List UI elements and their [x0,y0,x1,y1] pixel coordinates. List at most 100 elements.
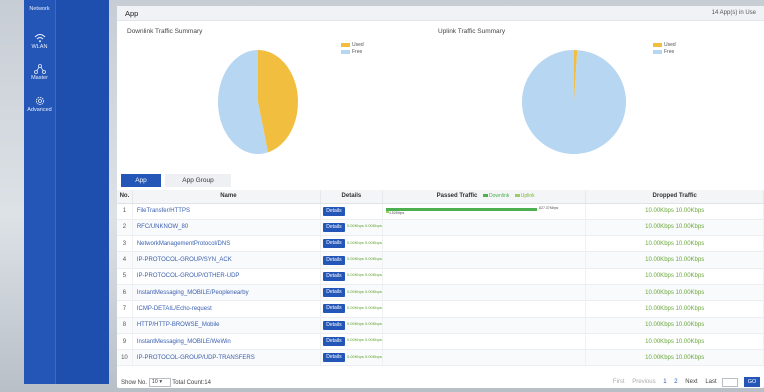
downlink-pie-chart [218,50,299,154]
sidebar-item-advanced[interactable]: Advanced [24,96,55,113]
total-count: Total Count:14 [172,380,211,387]
passed-traffic-cell [382,219,587,237]
page-title: App [125,9,139,18]
footer-left: Show No. 10 ▾ Total Count:14 [121,378,211,387]
details-cell: Details 0.00Kbps 0.00Kbps [320,333,383,351]
passed-traffic-cell [382,284,587,302]
table-row: 5 IP-PROTOCOL-GROUP/OTHER-UDP Details 0.00K… [117,268,764,285]
table-row: 6 InstantMessaging_MOBILE/Peoplenearby Det… [117,284,764,302]
passed-traffic-label: Passed Traffic [436,193,478,200]
uplink-pie-chart [522,50,626,154]
apps-in-use-count: 14 App(s) in Use [711,10,756,16]
table-row: 8 HTTP/HTTP-BROWSE_Mobile Details 0.00Kbps … [117,317,764,334]
legend-free: Free [341,49,364,56]
legend-used: Used [653,42,676,49]
legend-used-swatch [653,42,662,47]
col-dropped-traffic: Dropped Traffic [585,190,764,204]
row-number: 5 [117,268,133,285]
details-button[interactable]: Details [322,353,345,363]
app-name: InstantMessaging_MOBILE/WeWin [132,333,321,351]
downlink-bar [385,208,538,212]
dropped-traffic-value: 10.00Kbps 10.00Kbps [585,333,764,351]
details-button[interactable]: Details [322,320,345,330]
app-name: IP-PROTOCOL-GROUP/SYN_ACK [132,251,321,269]
sidebar-item-master[interactable]: Master [24,64,55,81]
table-footer: Show No. 10 ▾ Total Count:14 First Previ… [121,377,760,388]
mini-traffic-value: 0.00Kbps 0.00Kbps [346,272,382,278]
page-1-link[interactable]: 1 [663,379,666,385]
sidebar: Network WLAN Master Advanced [24,0,109,384]
row-number: 7 [117,300,133,318]
downlink-legend: Used Free [341,42,364,56]
dropped-traffic-value: 10.00Kbps 10.00Kbps [585,349,764,367]
details-cell: Details [320,203,383,220]
app-name: NetworkManagementProtocol/DNS [132,235,321,253]
details-button[interactable]: Details [322,304,345,314]
sidebar-item-network[interactable]: Network [24,6,55,12]
wifi-icon [34,34,45,43]
row-number: 6 [117,284,133,302]
details-button[interactable]: Details [322,239,345,249]
legend-used: Used [341,42,364,49]
pie-slice-free [522,50,626,154]
go-button[interactable]: GO [744,377,760,387]
downlink-legend-label: Downlink [489,193,510,200]
details-cell: Details 0.00Kbps 0.00Kbps [320,235,383,253]
first-page-link[interactable]: First [613,379,625,385]
pagination: First Previous 1 2 Next Last GO [607,377,760,387]
passed-traffic-cell [382,235,587,253]
last-page-link[interactable]: Last [705,379,716,385]
table-row: 3 NetworkManagementProtocol/DNS Details 0.0… [117,235,764,253]
dropped-traffic-value: 10.00Kbps 10.00Kbps [585,251,764,269]
mini-traffic-value: 0.00Kbps 0.00Kbps [346,321,382,327]
table-row: 9 InstantMessaging_MOBILE/WeWin Details 0.0… [117,333,764,351]
dropped-traffic-value: 10.00Kbps 10.00Kbps [585,235,764,253]
dropped-traffic-value: 10.00Kbps 10.00Kbps [585,219,764,237]
details-button[interactable]: Details [322,255,345,265]
next-page-link[interactable]: Next [685,379,697,385]
legend-used-label: Used [664,42,676,48]
details-cell: Details 0.00Kbps 0.00Kbps [320,349,383,367]
passed-traffic-bar: 827.37Mbps 4.52Mbps [385,206,566,216]
app-name: HTTP/HTTP-BROWSE_Mobile [132,317,321,334]
app-name: RFC/UNKNOW_80 [132,219,321,237]
legend-free: Free [653,49,676,56]
legend-used-label: Used [352,42,364,48]
table-row: 4 IP-PROTOCOL-GROUP/SYN_ACK Details 0.00Kbp… [117,251,764,269]
sidebar-item-label: Network [29,6,50,12]
table-row: 7 ICMP-DETAIL/Echo-request Details 0.00Kbps… [117,300,764,318]
tab-app-group[interactable]: App Group [165,174,231,187]
mini-traffic-value: 0.00Kbps 0.00Kbps [346,304,382,310]
mini-traffic-value: 0.00Kbps 0.00Kbps [346,255,382,261]
passed-traffic-cell [382,268,587,285]
row-number: 8 [117,317,133,334]
details-button[interactable]: Details [322,271,345,281]
page-2-link[interactable]: 2 [674,379,677,385]
dropped-traffic-value: 10.00Kbps 10.00Kbps [585,317,764,334]
details-button[interactable]: Details [322,337,345,347]
details-button[interactable]: Details [322,206,345,216]
legend-free-swatch [653,49,662,54]
page-number-input[interactable] [722,377,739,387]
col-passed-traffic: Passed Traffic Downlink Uplink [382,190,587,204]
app-name: InstantMessaging_MOBILE/Peoplenearby [132,284,321,302]
details-cell: Details 0.00Kbps 0.00Kbps [320,317,383,334]
downlink-bar-label: 827.37Mbps [539,206,559,211]
dropped-traffic-value: 10.00Kbps 10.00Kbps [585,203,764,220]
row-number: 9 [117,333,133,351]
downlink-chart-title: Downlink Traffic Summary [127,28,203,35]
sidebar-item-label: WLAN [31,44,48,50]
tab-app[interactable]: App [121,174,161,187]
sidebar-item-wlan[interactable]: WLAN [24,33,55,50]
uplink-bar-label: 4.52Mbps [388,211,405,216]
legend-free-label: Free [664,49,675,55]
details-button[interactable]: Details [322,222,345,232]
legend-free-label: Free [352,49,363,55]
app-name: IP-PROTOCOL-GROUP/OTHER-UDP [132,268,321,285]
legend-used-swatch [341,42,350,47]
app-panel: App 14 App(s) in Use Downlink Traffic Su… [117,6,764,388]
previous-page-link[interactable]: Previous [632,379,655,385]
page-size-select[interactable]: 10 ▾ [148,378,171,387]
legend-free-swatch [341,49,350,54]
details-button[interactable]: Details [322,288,345,298]
